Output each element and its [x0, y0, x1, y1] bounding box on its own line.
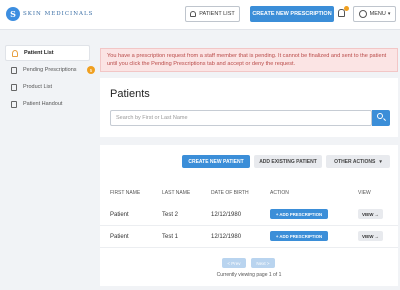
sidebar-item-patient-handout[interactable]: Patient Handout — [5, 96, 90, 112]
pending-request-alert: You have a prescription request from a s… — [100, 48, 398, 72]
logo[interactable]: S SKIN MEDICINALS — [6, 7, 93, 21]
top-bar: S SKIN MEDICINALS PATIENT LIST CREATE NE… — [0, 0, 400, 30]
page-info: Currently viewing page 1 of 1 — [216, 272, 282, 278]
last-name-cell: Test 2 — [162, 212, 179, 218]
patients-header-card: Patients Search by First or Last Name — [100, 78, 398, 137]
add-existing-patient-button[interactable]: ADD EXISTING PATIENT — [254, 155, 322, 168]
column-header-last-name: LAST NAME — [162, 190, 191, 196]
view-label: VIEW — [361, 233, 374, 239]
prev-page-button[interactable]: < Prev — [222, 258, 246, 268]
sidebar-item-product-list[interactable]: Product List — [5, 79, 90, 95]
logo-icon: S — [6, 7, 20, 21]
other-actions-button[interactable]: OTHER ACTIONS ▾ — [326, 155, 390, 168]
document-icon — [11, 83, 17, 91]
search-input[interactable]: Search by First or Last Name — [110, 110, 372, 126]
sidebar-item-label: Patient Handout — [23, 101, 63, 107]
create-new-prescription-button[interactable]: CREATE NEW PRESCRIPTION — [250, 6, 334, 22]
add-prescription-button[interactable]: + ADD PRESCRIPTION — [270, 231, 328, 241]
sidebar: Patient List Pending Prescriptions 5 Pro… — [0, 44, 95, 113]
search-icon — [377, 113, 383, 119]
chevron-down-icon: ▾ — [379, 158, 382, 165]
document-icon — [11, 66, 17, 74]
view-button[interactable]: VIEW → — [358, 231, 383, 241]
patient-list-button[interactable]: PATIENT LIST — [185, 6, 240, 22]
document-icon — [11, 100, 17, 108]
sidebar-item-patient-list[interactable]: Patient List — [5, 45, 90, 61]
create-new-patient-button[interactable]: CREATE NEW PATIENT — [182, 155, 250, 168]
last-name-cell: Test 1 — [162, 234, 179, 240]
column-header-view: VIEW — [358, 190, 371, 196]
pending-count-badge: 5 — [87, 66, 95, 74]
column-header-first-name: FIRST NAME — [110, 190, 141, 196]
column-header-action: ACTION — [270, 190, 289, 196]
logo-text: SKIN MEDICINALS — [23, 11, 94, 17]
table-row: Patient Test 1 12/12/1980 + ADD PRESCRIP… — [100, 226, 398, 248]
view-button[interactable]: VIEW → — [358, 209, 383, 219]
column-header-date-of-birth: DATE OF BIRTH — [211, 190, 249, 196]
dob-cell: 12/12/1980 — [211, 234, 242, 240]
user-icon — [12, 49, 18, 57]
gear-icon — [358, 10, 367, 18]
view-label: VIEW — [361, 211, 374, 217]
first-name-cell: Patient — [110, 234, 129, 240]
user-icon — [190, 11, 197, 17]
other-actions-label: OTHER ACTIONS — [334, 158, 376, 165]
sidebar-item-label: Patient List — [24, 50, 54, 56]
sidebar-item-pending-prescriptions[interactable]: Pending Prescriptions 5 — [5, 62, 95, 78]
dob-cell: 12/12/1980 — [211, 212, 242, 218]
menu-label: MENU — [369, 11, 386, 17]
arrow-right-icon: → — [374, 211, 380, 217]
patients-table-card: CREATE NEW PATIENT ADD EXISTING PATIENT … — [100, 145, 398, 286]
chevron-down-icon: ▾ — [387, 11, 391, 17]
sidebar-item-label: Product List — [23, 84, 53, 90]
first-name-cell: Patient — [110, 212, 129, 218]
arrow-right-icon: → — [374, 233, 380, 239]
menu-button[interactable]: MENU ▾ — [353, 6, 396, 22]
notification-badge — [344, 6, 349, 11]
patient-list-label: PATIENT LIST — [199, 11, 235, 17]
search-button[interactable] — [372, 110, 390, 126]
page-title: Patients — [110, 88, 150, 100]
sidebar-item-label: Pending Prescriptions — [23, 67, 77, 73]
add-prescription-button[interactable]: + ADD PRESCRIPTION — [270, 209, 328, 219]
next-page-button[interactable]: Next > — [251, 258, 275, 268]
table-row: Patient Test 2 12/12/1980 + ADD PRESCRIP… — [100, 204, 398, 226]
